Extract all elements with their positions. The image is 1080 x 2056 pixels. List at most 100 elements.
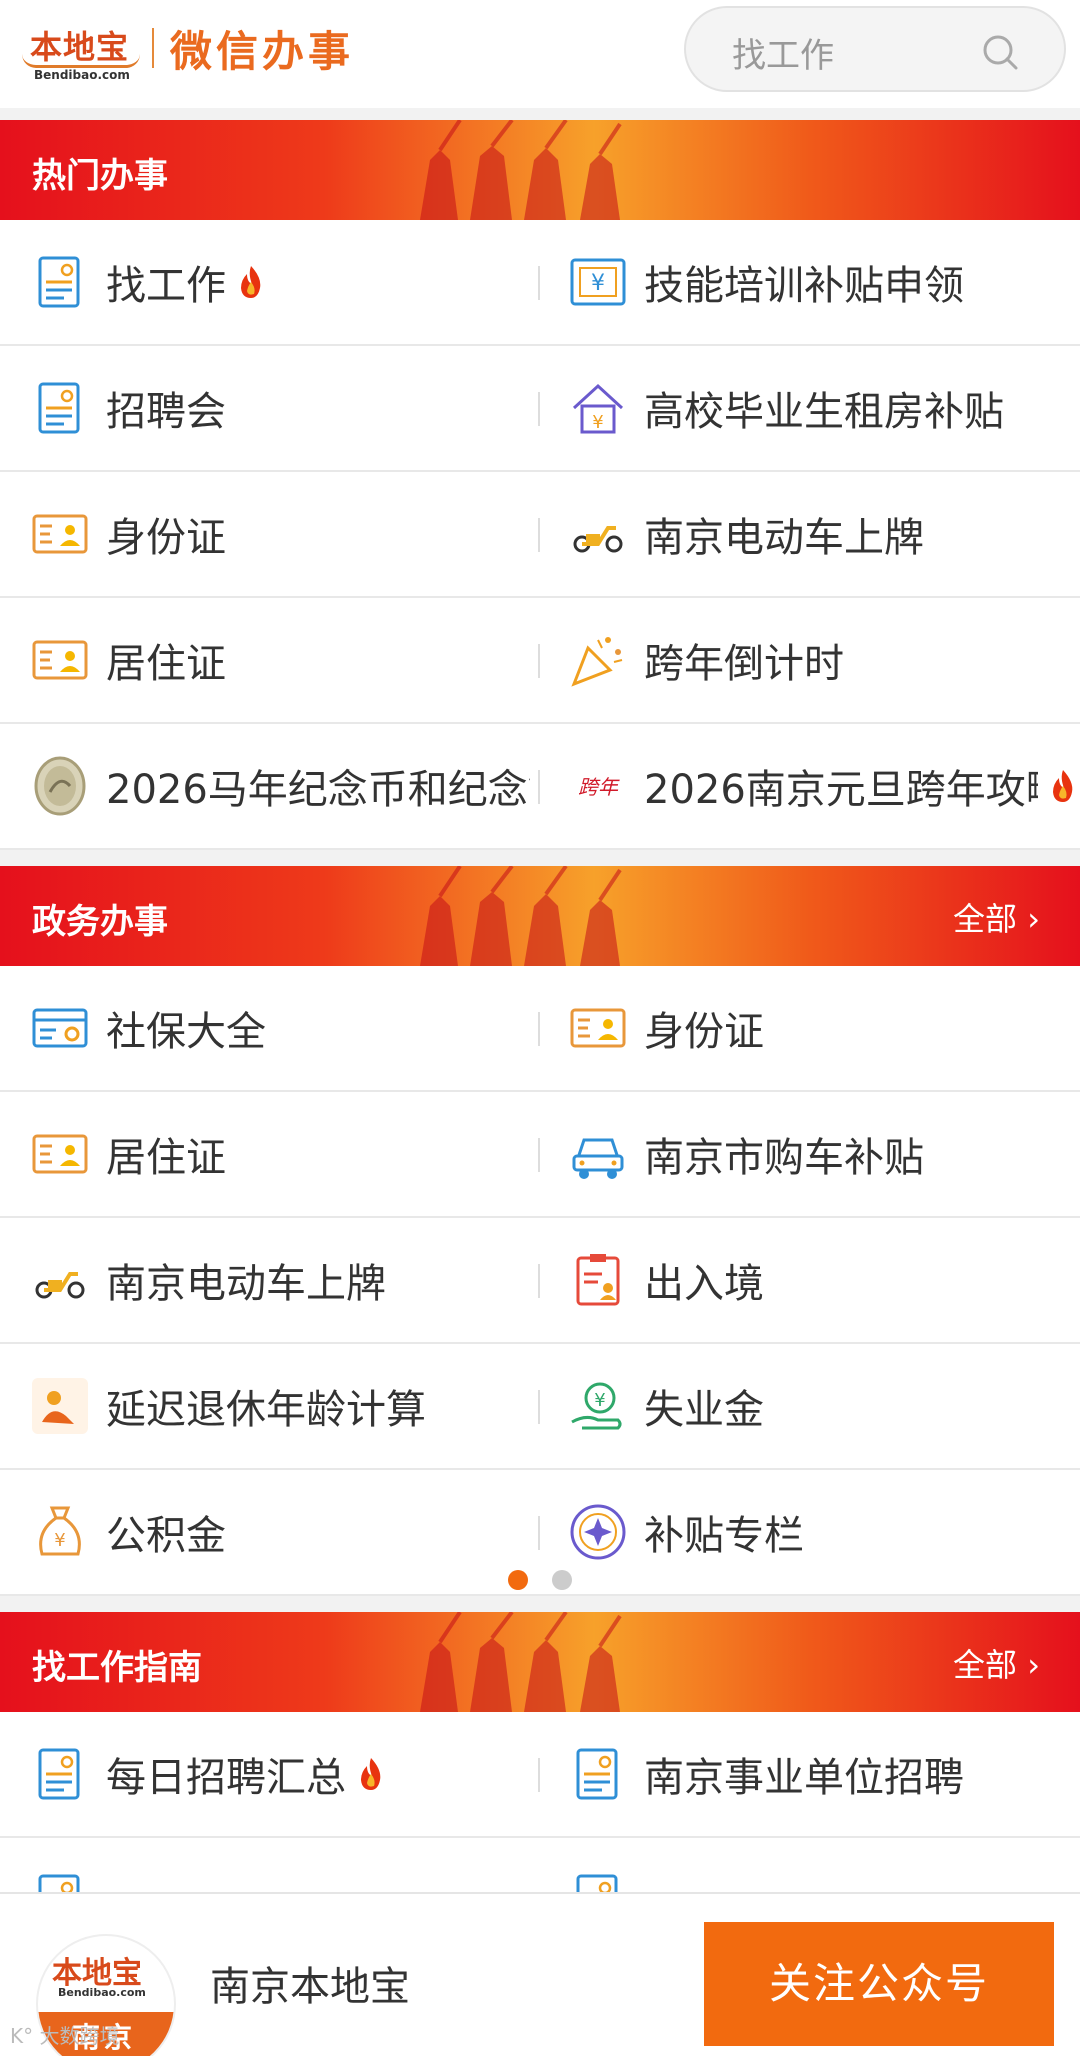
show-all-link[interactable]: 全部 › — [953, 1640, 1040, 1686]
service-label: 南京市购车补贴 — [644, 1135, 924, 1181]
passport-icon — [568, 1250, 628, 1310]
show-all-link[interactable]: 全部 › — [953, 894, 1040, 940]
service-row: 南京电动车上牌 出入境 — [0, 1218, 1080, 1344]
search-icon[interactable] — [980, 32, 1020, 72]
service-label: 2026马年纪念币和纪念钞 — [106, 767, 530, 813]
hand-yen-icon: ¥ — [568, 1376, 628, 1436]
service-label: 身份证 — [644, 1009, 764, 1055]
section-title: 政务办事 — [32, 902, 168, 942]
coin-icon — [30, 756, 90, 816]
service-label: 2026南京元旦跨年攻略 — [644, 767, 1038, 813]
service-item[interactable]: 延迟退休年龄计算 — [30, 1344, 530, 1468]
service-label: 南京电动车上牌 — [106, 1261, 386, 1307]
search-input[interactable]: 找工作 — [684, 6, 1066, 92]
avatar-logo-subtext: Bendibao.com — [58, 1986, 146, 1999]
service-row: ¥ 公积金 补贴专栏 — [0, 1470, 1080, 1596]
service-row: 居住证 南京市购车补贴 — [0, 1092, 1080, 1218]
column-divider — [538, 266, 540, 300]
service-item[interactable]: 南京电动车上牌 — [568, 472, 1078, 596]
service-item[interactable]: 身份证 — [568, 966, 1078, 1090]
show-all-label: 全部 — [953, 1646, 1018, 1684]
fire-icon — [356, 1756, 386, 1792]
pager-dot-1[interactable] — [508, 1570, 528, 1590]
header-divider — [152, 28, 154, 68]
service-label: 跨年倒计时 — [644, 641, 844, 687]
section-banner: 找工作指南 全部 › — [0, 1612, 1080, 1712]
column-divider — [538, 1264, 540, 1298]
service-item[interactable]: ¥ 高校毕业生租房补贴 — [568, 346, 1078, 470]
resume-icon — [30, 252, 90, 312]
column-divider — [538, 518, 540, 552]
section-2: 政务办事 全部 › 社保大全 身份证居住证 南京市购车补贴南京电动车上牌 出入境延迟退休年… — [0, 866, 1080, 1596]
service-label: 每日招聘汇总 — [106, 1755, 346, 1801]
svg-text:¥: ¥ — [591, 271, 605, 296]
service-item[interactable]: 每日招聘汇总 — [30, 1712, 530, 1836]
service-item[interactable]: 补贴专栏 — [568, 1470, 1078, 1594]
banner-decoration — [420, 120, 622, 220]
sparkle-badge-icon — [568, 1502, 628, 1562]
service-item[interactable]: 招聘会 — [30, 346, 530, 470]
column-divider — [538, 392, 540, 426]
section-1: 热门办事 找工作 ¥ 技能培训补贴申领 招聘会 ¥ 高校毕业生租房补贴 身份证 南京电动车上牌居… — [0, 120, 1080, 850]
service-item[interactable]: 跨年 2026南京元旦跨年攻略 — [568, 724, 1078, 848]
service-row: 居住证 跨年倒计时 — [0, 598, 1080, 724]
column-divider — [538, 1516, 540, 1550]
column-divider — [538, 1012, 540, 1046]
service-item[interactable]: 居住证 — [30, 598, 530, 722]
service-label: 南京事业单位招聘 — [644, 1755, 964, 1801]
section-banner: 政务办事 全部 › — [0, 866, 1080, 966]
service-item[interactable]: 出入境 — [568, 1218, 1078, 1342]
pager-dot-2[interactable] — [552, 1570, 572, 1590]
banner-decoration — [420, 866, 622, 966]
service-label: 高校毕业生租房补贴 — [644, 389, 1004, 435]
column-divider — [538, 644, 540, 678]
scooter-icon — [30, 1250, 90, 1310]
retirement-icon — [30, 1376, 90, 1436]
svg-text:¥: ¥ — [594, 1390, 605, 1411]
banner-decoration — [420, 1612, 622, 1712]
service-item[interactable]: 找工作 — [30, 220, 530, 344]
chevron-right-icon: › — [1017, 900, 1040, 938]
money-bag-icon: ¥ — [30, 1502, 90, 1562]
service-item[interactable]: 跨年倒计时 — [568, 598, 1078, 722]
party-popper-icon — [568, 630, 628, 690]
social-security-card-icon — [30, 998, 90, 1058]
service-label: 补贴专栏 — [644, 1513, 804, 1559]
car-icon — [568, 1124, 628, 1184]
service-item[interactable]: ¥ 失业金 — [568, 1344, 1078, 1468]
service-item[interactable]: 南京电动车上牌 — [30, 1218, 530, 1342]
service-item[interactable]: 南京事业单位招聘 — [568, 1712, 1078, 1836]
app-name: 微信办事 — [170, 27, 355, 76]
column-divider — [538, 1390, 540, 1424]
service-item[interactable]: 2026马年纪念币和纪念钞 — [30, 724, 530, 848]
yen-certificate-icon: ¥ — [568, 252, 628, 312]
service-item[interactable]: 居住证 — [30, 1092, 530, 1216]
service-label: 延迟退休年龄计算 — [106, 1387, 426, 1433]
service-label: 南京电动车上牌 — [644, 515, 924, 561]
section-title: 找工作指南 — [32, 1648, 202, 1688]
service-item[interactable]: 社保大全 — [30, 966, 530, 1090]
service-item[interactable]: 南京市购车补贴 — [568, 1092, 1078, 1216]
column-divider — [538, 770, 540, 804]
scooter-icon — [568, 504, 628, 564]
account-name: 南京本地宝 — [210, 1964, 410, 2010]
resume-icon — [30, 378, 90, 438]
service-label: 失业金 — [644, 1387, 764, 1433]
bendibao-logo[interactable]: 本地宝 Bendibao.com — [10, 10, 140, 82]
service-item[interactable]: 身份证 — [30, 472, 530, 596]
service-label: 身份证 — [106, 515, 226, 561]
service-label: 招聘会 — [106, 389, 226, 435]
follow-account-button[interactable]: 关注公众号 — [704, 1922, 1054, 2046]
id-card-icon — [30, 630, 90, 690]
fire-icon — [1048, 768, 1078, 804]
service-item[interactable]: ¥ 技能培训补贴申领 — [568, 220, 1078, 344]
logo-subtext: Bendibao.com — [34, 68, 130, 82]
service-row: 招聘会 ¥ 高校毕业生租房补贴 — [0, 346, 1080, 472]
column-divider — [538, 1138, 540, 1172]
service-row: 社保大全 身份证 — [0, 966, 1080, 1092]
service-item[interactable]: ¥ 公积金 — [30, 1470, 530, 1594]
service-label: 居住证 — [106, 1135, 226, 1181]
service-row: 延迟退休年龄计算 ¥ 失业金 — [0, 1344, 1080, 1470]
chevron-right-icon: › — [1017, 1646, 1040, 1684]
service-label: 出入境 — [644, 1261, 764, 1307]
